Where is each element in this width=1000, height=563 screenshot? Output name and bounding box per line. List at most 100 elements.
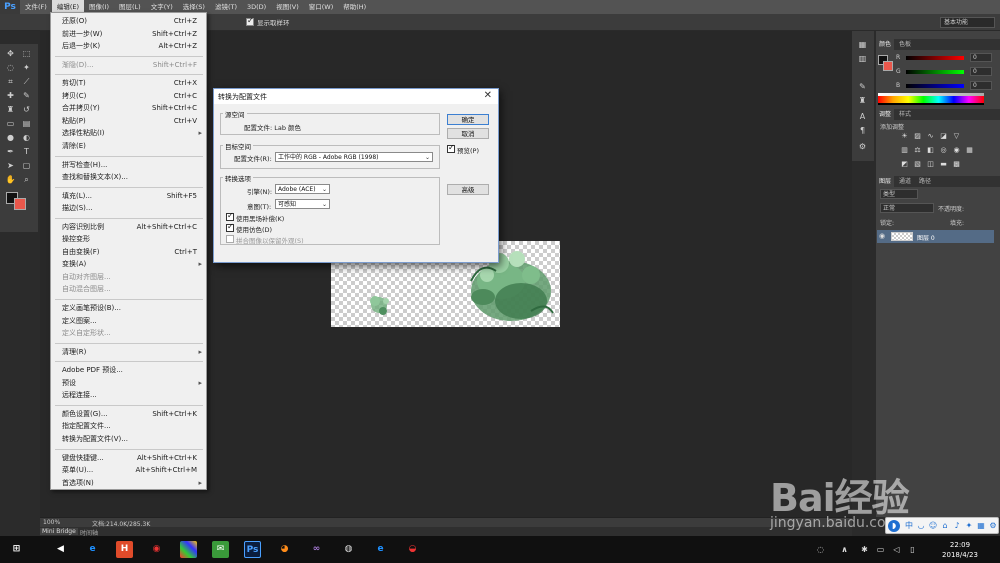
posterize-icon[interactable]: ▧ (913, 160, 922, 168)
ime-voice-icon[interactable]: ⌂ (940, 520, 950, 532)
tab-channels[interactable]: 通道 (896, 176, 914, 187)
threshold-icon[interactable]: ◫ (926, 160, 935, 168)
edit-menu-item[interactable]: 菜单(U)... Alt+Shift+Ctrl+M (51, 464, 206, 476)
edit-menu-item[interactable]: 定义画笔预设(B)... (51, 302, 206, 314)
paragraph-panel-icon[interactable]: ¶ (856, 125, 869, 136)
edit-menu-item[interactable]: 清除(E) (51, 140, 206, 152)
red-value[interactable]: 0 (970, 53, 992, 62)
background-color-swatch[interactable] (14, 198, 26, 210)
gradient-tool-icon[interactable]: ▤ (20, 118, 33, 129)
edit-menu-item[interactable]: 合并拷贝(Y) Shift+Ctrl+C (51, 102, 206, 114)
edit-menu-item[interactable]: 预设 ▸ (51, 377, 206, 389)
destination-profile-select[interactable]: 工作中的 RGB - Adobe RGB (1998) ⌄ (275, 152, 433, 162)
tab-mini-bridge[interactable]: Mini Bridge (40, 528, 78, 535)
baseball-app-icon[interactable]: ◍ (340, 541, 357, 558)
weibo-icon[interactable]: ◉ (148, 541, 165, 558)
gradient-map-icon[interactable]: ▬ (939, 160, 948, 168)
edit-menu-item[interactable]: 自由变换(F) Ctrl+T (51, 246, 206, 258)
edit-menu-item[interactable]: 描边(S)... (51, 202, 206, 214)
clone-stamp-icon[interactable]: ♜ (4, 104, 17, 115)
edge-browser-icon[interactable]: e (84, 541, 101, 558)
edit-menu-item[interactable]: 远程连接... (51, 389, 206, 401)
engine-select[interactable]: Adobe (ACE) ⌄ (275, 184, 330, 194)
properties-panel-icon[interactable]: ▥ (856, 53, 869, 64)
black-point-checkbox[interactable] (226, 211, 234, 221)
green-value[interactable]: 0 (970, 67, 992, 76)
menu-item[interactable]: 滤镜(T) (210, 0, 242, 14)
menu-item[interactable]: 帮助(H) (338, 0, 371, 14)
wechat-icon[interactable]: ✉ (212, 541, 229, 558)
edit-menu-item[interactable]: 变换(A) ▸ (51, 258, 206, 270)
layer-kind-filter[interactable]: 类型 (880, 189, 918, 199)
ime-chinese-icon[interactable]: 中 (904, 520, 914, 532)
edit-menu-item[interactable]: 自动混合图层... (51, 283, 206, 295)
edit-menu-item[interactable]: 选择性粘贴(I) ▸ (51, 127, 206, 139)
edit-menu-item[interactable]: 后退一步(K) Alt+Ctrl+Z (51, 40, 206, 52)
firefox-icon[interactable]: ◕ (276, 541, 293, 558)
windows-start-icon[interactable]: ⊞ (8, 541, 25, 558)
ime-mic-icon[interactable]: ♪ (952, 520, 962, 532)
tab-layers[interactable]: 图层 (876, 176, 895, 187)
tab-swatches[interactable]: 色板 (896, 39, 914, 50)
dodge-tool-icon[interactable]: ◐ (20, 132, 33, 143)
panel-bg-swatch[interactable] (883, 61, 893, 71)
edit-menu-item[interactable]: 查找和替换文本(X)... (51, 171, 206, 183)
brush-panel-icon[interactable]: ✎ (856, 81, 869, 92)
workspace-select[interactable]: 基本功能 (940, 17, 995, 28)
blue-slider[interactable] (906, 84, 964, 88)
ime-skin-icon[interactable]: ✦ (964, 520, 974, 532)
ime-emoji-icon[interactable]: ☺ (928, 520, 938, 532)
ime-tools-icon[interactable]: ▦ (976, 520, 986, 532)
blue-value[interactable]: 0 (970, 81, 992, 90)
baidu-app-icon[interactable]: ◒ (404, 541, 421, 558)
menu-item[interactable]: 文件(F) (20, 0, 52, 14)
brightness-icon[interactable]: ☀ (900, 132, 909, 140)
lasso-tool-icon[interactable]: ◌ (4, 62, 17, 73)
menu-item[interactable]: 视图(V) (271, 0, 304, 14)
rectangle-tool-icon[interactable]: ▢ (20, 160, 33, 171)
eye-icon[interactable]: ◉ (879, 232, 885, 240)
tab-styles[interactable]: 样式 (896, 109, 914, 120)
edit-menu-item[interactable]: 粘贴(P) Ctrl+V (51, 115, 206, 127)
curves-icon[interactable]: ∿ (926, 132, 935, 140)
ie-browser-icon[interactable]: e (372, 541, 389, 558)
eyedropper-tool-icon[interactable]: ⟋ (20, 76, 33, 87)
history-panel-icon[interactable]: ▦ (856, 39, 869, 50)
color-ramp-bottom[interactable] (878, 103, 984, 105)
flatten-checkbox[interactable] (226, 235, 234, 243)
layer-row[interactable]: ◉ 图层 0 (877, 230, 994, 243)
preview-checkbox[interactable] (447, 143, 455, 153)
edit-menu-item[interactable]: 前进一步(W) Shift+Ctrl+Z (51, 28, 206, 40)
channel-mixer-icon[interactable]: ◉ (952, 146, 961, 154)
green-slider[interactable] (906, 70, 964, 74)
dialog-titlebar[interactable]: 转换为配置文件 ✕ (214, 89, 498, 104)
edit-menu-item[interactable]: 清理(R) ▸ (51, 346, 206, 358)
edit-menu-item[interactable]: 拼写检查(H)... (51, 159, 206, 171)
clone-source-icon[interactable]: ♜ (856, 95, 869, 106)
color-lookup-icon[interactable]: ▦ (965, 146, 974, 154)
eraser-tool-icon[interactable]: ▭ (4, 118, 17, 129)
tab-adjustments[interactable]: 调整 (876, 109, 895, 120)
edit-menu-item[interactable]: 操控变形 (51, 233, 206, 245)
healing-brush-icon[interactable]: ✚ (4, 90, 17, 101)
color-spectrum[interactable] (878, 96, 984, 103)
edit-menu-item[interactable]: 自动对齐图层... (51, 271, 206, 283)
edit-menu-item[interactable]: Adobe PDF 预设... (51, 364, 206, 376)
type-tool-icon[interactable]: T (20, 146, 33, 157)
color-balance-icon[interactable]: ⚖ (913, 146, 922, 154)
photoshop-taskbar-icon[interactable]: Ps (244, 541, 261, 558)
intent-select[interactable]: 可感知 ⌄ (275, 199, 330, 209)
edit-menu-item[interactable]: 内容识别比例 Alt+Shift+Ctrl+C (51, 221, 206, 233)
edit-menu-item[interactable]: 首选项(N) ▸ (51, 477, 206, 489)
tab-color[interactable]: 颜色 (876, 39, 895, 50)
vibrance-icon[interactable]: ▽ (952, 132, 961, 140)
edit-menu-item[interactable]: 渐隐(D)... Shift+Ctrl+F (51, 59, 206, 71)
magic-wand-icon[interactable]: ✦ (20, 62, 33, 73)
edit-menu-item[interactable]: 转换为配置文件(V)... (51, 433, 206, 445)
dither-checkbox[interactable] (226, 222, 234, 232)
menu-item[interactable]: 窗口(W) (304, 0, 339, 14)
black-white-icon[interactable]: ◧ (926, 146, 935, 154)
ime-settings-icon[interactable]: ⚙ (988, 520, 998, 532)
ime-logo-icon[interactable]: ◗ (888, 520, 900, 532)
ime-punctuation-icon[interactable]: ◡ (916, 520, 926, 532)
